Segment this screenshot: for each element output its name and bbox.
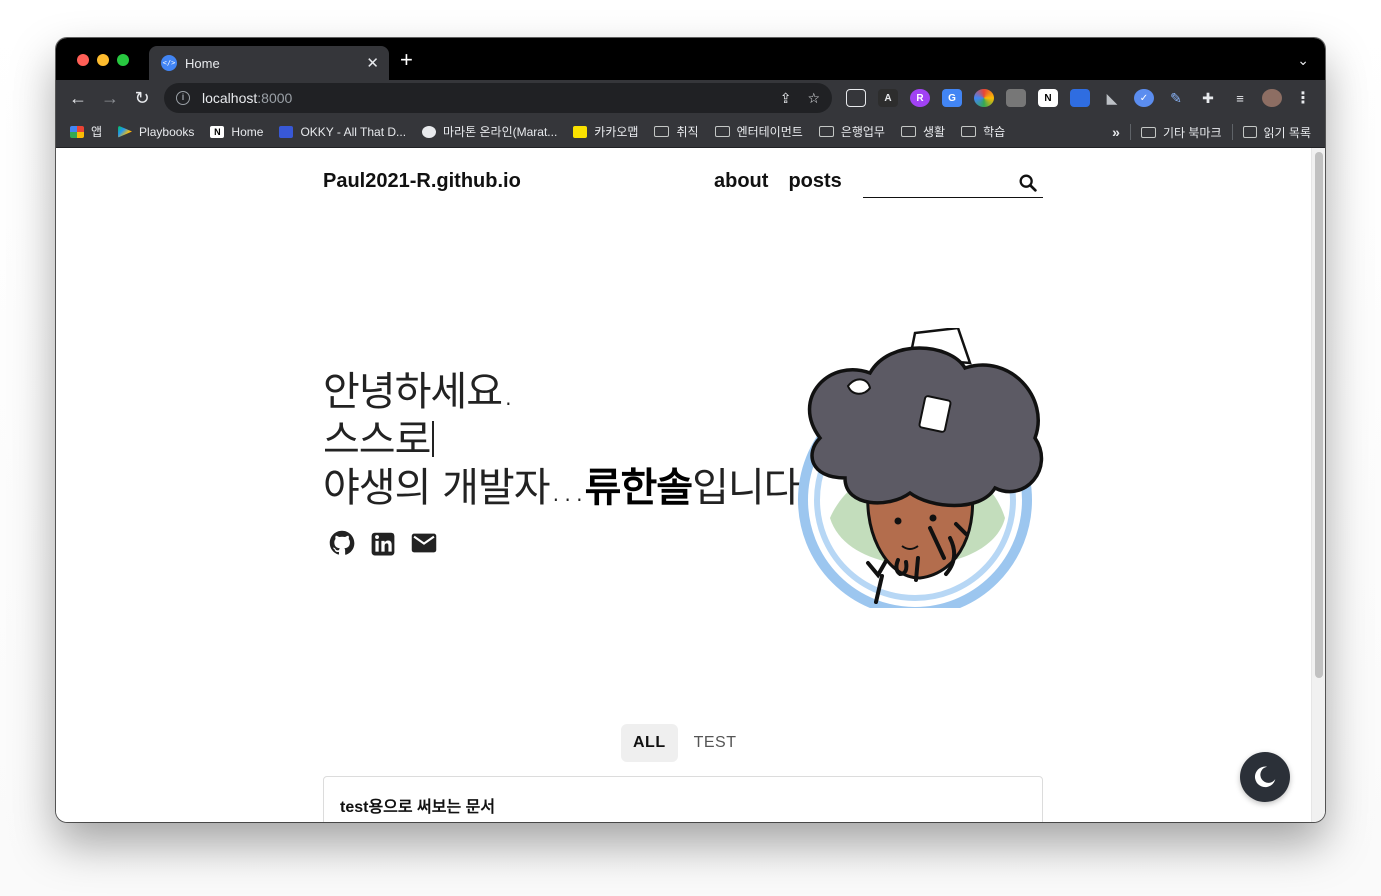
moon-icon [1254, 766, 1276, 788]
folder-icon [1140, 126, 1156, 138]
hero-line-1: 안녕하세요. [323, 369, 515, 415]
site-title-link[interactable]: Paul2021-R.github.io [323, 170, 521, 193]
address-bar[interactable]: i localhost:8000 ⇪ ☆ [164, 83, 832, 113]
bookmark-folder-entertainment[interactable]: 엔터테이먼트 [714, 123, 803, 140]
dark-mode-toggle-button[interactable] [1240, 752, 1290, 802]
folder-icon [818, 126, 834, 137]
page-scrollbar[interactable] [1311, 148, 1325, 822]
post-card[interactable]: test용으로 써보는 문서 [323, 776, 1043, 822]
profile-avatar[interactable] [1262, 89, 1282, 107]
play-store-icon [118, 125, 133, 138]
bookmark-star-icon[interactable]: ☆ [807, 90, 820, 107]
close-window-button[interactable] [77, 54, 89, 66]
post-title: test용으로 써보는 문서 [340, 799, 496, 816]
reload-button[interactable]: ↻ [131, 87, 153, 109]
share-icon[interactable]: ⇪ [780, 90, 792, 107]
folder-icon [900, 126, 916, 137]
category-tab-test[interactable]: TEST [682, 724, 749, 762]
board-extension-icon[interactable] [1070, 89, 1090, 107]
close-tab-icon[interactable]: ✕ [366, 54, 379, 72]
folder-icon [961, 126, 977, 137]
site-header: Paul2021-R.github.io about posts [323, 170, 1043, 200]
profile-illustration [798, 328, 1044, 608]
purple-extension-icon[interactable]: R [910, 89, 930, 107]
bookmark-marathon[interactable]: 마라톤 온라인(Marat... [422, 123, 557, 140]
site-nav: about posts [714, 170, 842, 193]
bookmark-home[interactable]: N Home [210, 125, 263, 139]
bookmarks-overflow-chevron-icon[interactable]: » [1112, 124, 1120, 140]
extensions-row: A R G N ◣ ✓ ✎ ✚ ≡ [846, 89, 1282, 107]
media-control-icon[interactable]: ≡ [1230, 89, 1250, 107]
kakaomap-icon [573, 125, 588, 138]
tab-home[interactable]: </> Home ✕ [149, 46, 389, 80]
url-host: localhost [202, 90, 258, 106]
eraser-extension-icon[interactable]: ◣ [1102, 89, 1122, 107]
hero-greeting: 안녕하세요. 스스로 야생의 개발자...류한솔입니다. [323, 368, 812, 512]
bookmark-folder-study[interactable]: 학습 [961, 123, 1005, 140]
code-favicon-icon: </> [161, 55, 177, 71]
new-tab-button[interactable]: + [400, 49, 413, 71]
notion-extension-icon[interactable]: N [1038, 89, 1058, 107]
bookmark-other[interactable]: 기타 북마크 [1140, 124, 1222, 141]
hero-line-3: 야생의 개발자...류한솔입니다. [323, 465, 812, 511]
color-picker-extension-icon[interactable] [974, 89, 994, 107]
pen-extension-icon[interactable]: ✎ [1166, 89, 1186, 107]
maximize-window-button[interactable] [117, 54, 129, 66]
minimize-window-button[interactable] [97, 54, 109, 66]
check-extension-icon[interactable]: ✓ [1134, 89, 1154, 107]
back-button[interactable]: ← [67, 87, 89, 109]
gear-extension-icon[interactable] [1006, 89, 1026, 107]
reading-list[interactable]: 읽기 목록 [1242, 124, 1311, 141]
typing-cursor [432, 421, 435, 457]
font-extension-icon[interactable]: A [878, 89, 898, 107]
scrollbar-thumb[interactable] [1315, 152, 1323, 678]
translate-extension-icon[interactable]: G [942, 89, 962, 107]
bookmark-folder-banking[interactable]: 은행업무 [818, 123, 885, 140]
bookmark-kakaomap[interactable]: 카카오맵 [573, 123, 638, 140]
category-tabs: ALL TEST [621, 724, 749, 762]
github-icon[interactable] [328, 528, 356, 558]
forward-button[interactable]: → [99, 87, 121, 109]
globe-icon [422, 125, 437, 138]
reading-list-icon [1242, 126, 1257, 138]
bookmarks-divider [1129, 124, 1131, 140]
tab-extension-icon[interactable] [846, 89, 866, 107]
nav-about-link[interactable]: about [714, 170, 768, 193]
social-links [328, 528, 438, 558]
tab-search-chevron-icon[interactable]: ⌄ [1297, 52, 1309, 69]
page-viewport: Paul2021-R.github.io about posts 안녕하세요. … [56, 148, 1311, 822]
bookmark-apps[interactable]: 앱 [70, 123, 102, 140]
site-info-icon[interactable]: i [176, 91, 190, 105]
search-input[interactable] [863, 170, 1043, 198]
linkedin-icon[interactable] [370, 528, 396, 558]
search-icon[interactable] [1017, 172, 1039, 194]
bookmark-folder-life[interactable]: 생활 [900, 123, 945, 140]
hero-line-2: 스스로 [323, 416, 811, 464]
bookmark-playbooks[interactable]: Playbooks [118, 125, 194, 139]
okky-icon [279, 125, 294, 138]
puzzle-extensions-icon[interactable]: ✚ [1198, 89, 1218, 107]
url-port: :8000 [257, 90, 293, 106]
folder-icon [654, 126, 670, 137]
nav-posts-link[interactable]: posts [788, 170, 841, 193]
notion-icon: N [210, 125, 225, 138]
tab-title: Home [185, 55, 220, 71]
hero-name: 류한솔 [584, 465, 693, 511]
chrome-menu-icon[interactable]: ⋮ [1295, 88, 1311, 108]
category-tab-all[interactable]: ALL [621, 724, 678, 762]
title-bar: </> Home ✕ + ⌄ [56, 38, 1325, 80]
bookmarks-bar: 앱 Playbooks N Home OKKY - All That D... … [56, 116, 1325, 148]
browser-toolbar: ← → ↻ i localhost:8000 ⇪ ☆ A R G N ◣ ✓ ✎… [56, 80, 1325, 116]
email-icon[interactable] [410, 528, 438, 558]
bookmarks-divider [1231, 124, 1233, 140]
folder-icon [714, 126, 730, 137]
bookmark-folder-job[interactable]: 취직 [654, 123, 699, 140]
apps-grid-icon [70, 125, 84, 138]
browser-window: </> Home ✕ + ⌄ ← → ↻ i localhost:8000 ⇪ … [56, 38, 1325, 822]
bookmark-okky[interactable]: OKKY - All That D... [279, 125, 406, 139]
